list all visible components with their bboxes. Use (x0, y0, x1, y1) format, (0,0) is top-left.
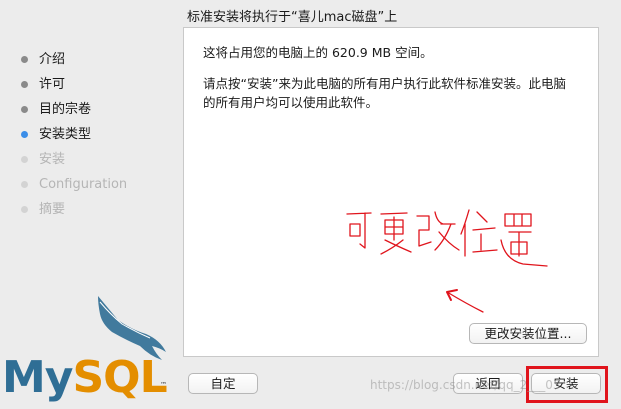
step-install: 安装 (20, 150, 127, 175)
step-destination: 目的宗卷 (20, 100, 127, 125)
step-label: 安装类型 (39, 127, 92, 142)
step-label: Configuration (39, 177, 128, 192)
step-done-dot (21, 56, 28, 63)
step-label: 许可 (39, 77, 66, 92)
step-label: 目的宗卷 (39, 102, 92, 117)
step-summary: 摘要 (20, 200, 127, 225)
disk-space-message: 这将占用您的电脑上的 620.9 MB 空间。 (203, 45, 433, 60)
step-pending-dot (21, 206, 28, 213)
step-label: 介绍 (39, 52, 66, 67)
trademark-symbol: ™ (160, 381, 167, 389)
mysql-wordmark: MySQL (2, 352, 168, 403)
mysql-wordmark-sql: SQL (72, 352, 167, 403)
step-install-type: 安装类型 (20, 125, 127, 150)
step-pending-dot (21, 156, 28, 163)
step-pending-dot (21, 181, 28, 188)
window-title: 标准安装将执行于“喜儿mac磁盘”上 (187, 10, 398, 25)
customize-button[interactable]: 自定 (188, 373, 258, 394)
installer-steps: 介绍 许可 目的宗卷 安装类型 安装 Configuration 摘要 (20, 50, 127, 225)
mysql-wordmark-my: My (2, 352, 73, 403)
step-label: 摘要 (39, 202, 66, 217)
step-license: 许可 (20, 75, 127, 100)
step-intro: 介绍 (20, 50, 127, 75)
handwritten-annotation (346, 209, 548, 313)
step-done-dot (21, 81, 28, 88)
back-button[interactable]: 返回 (453, 373, 523, 394)
step-label: 安装 (39, 152, 66, 167)
arrow-icon (446, 289, 484, 313)
handwritten-text (346, 209, 548, 267)
install-button-highlight (526, 366, 608, 403)
change-install-location-button[interactable]: 更改安装位置... (469, 323, 587, 344)
install-message: 请点按“安装”来为此电脑的所有用户执行此软件标准安装。此电脑的所有用户均可以使用… (203, 76, 566, 110)
step-current-dot (21, 131, 28, 138)
step-done-dot (21, 106, 28, 113)
step-configuration: Configuration (20, 175, 127, 200)
